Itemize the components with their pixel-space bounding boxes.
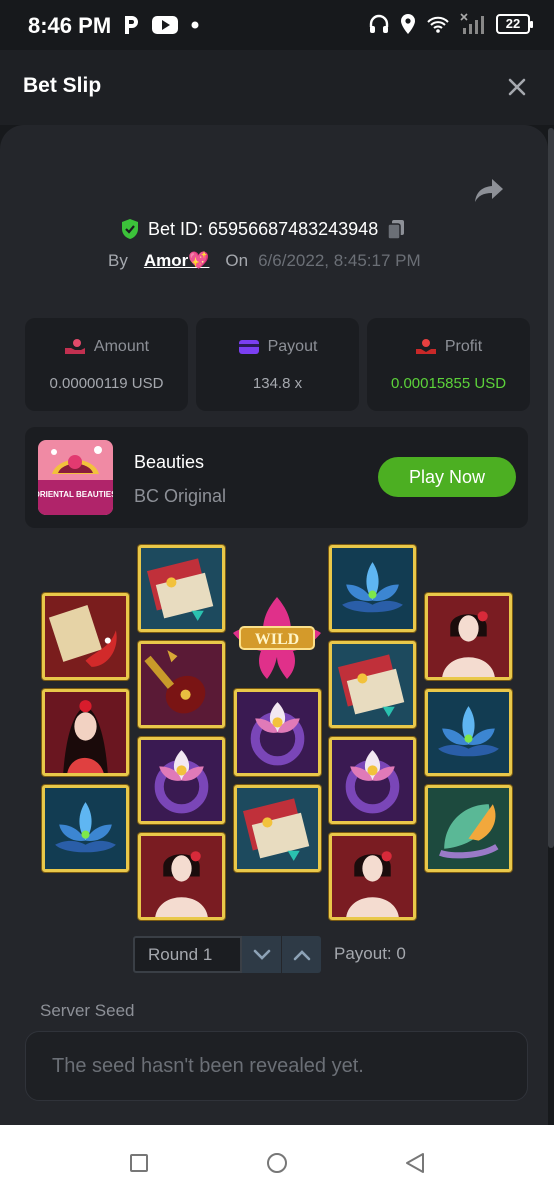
youtube-icon: [152, 16, 178, 34]
recents-icon[interactable]: [129, 1153, 149, 1173]
bet-id-row: Bet ID: 65956687483243948: [120, 218, 406, 240]
symbol-lady-white: [425, 593, 512, 680]
chevron-up-icon: [293, 949, 310, 960]
scrollbar[interactable]: [548, 128, 554, 848]
thumb-title: ORIENTAL BEAUTIES: [38, 490, 113, 499]
round-up-button[interactable]: [282, 936, 321, 973]
bet-slip-header: Bet Slip: [0, 50, 554, 125]
server-seed-field: The seed hasn't been revealed yet.: [25, 1031, 528, 1101]
wallet-card-icon: [238, 340, 259, 354]
symbol-lady-white: [329, 833, 416, 920]
symbol-book: [138, 545, 225, 632]
game-subtitle: BC Original: [134, 486, 227, 506]
stat-label: Profit: [444, 338, 483, 355]
copy-icon[interactable]: [386, 218, 406, 240]
symbol-fan: [425, 785, 512, 872]
symbol-ring-lotus: [329, 737, 416, 824]
round-dropdown[interactable]: Round 1: [133, 936, 242, 973]
symbol-lotus-blue: [42, 785, 129, 872]
notification-dot-icon: [191, 21, 199, 29]
battery-indicator: 22: [496, 14, 533, 34]
bet-detail-panel: Bet ID: 65956687483243948 By Amor💖 On 6/…: [0, 125, 548, 1125]
game-name: Beauties: [134, 452, 205, 472]
round-payout: Payout: 0: [334, 944, 406, 963]
page-title: Bet Slip: [23, 74, 102, 97]
symbol-wild: WILD: [232, 591, 322, 681]
stat-value: 0.00015855 USD: [390, 375, 507, 392]
share-icon[interactable]: [474, 177, 504, 203]
wild-text: WILD: [255, 631, 299, 648]
back-icon[interactable]: [404, 1152, 426, 1174]
stat-profit: Profit 0.00015855 USD: [367, 318, 530, 411]
user-link[interactable]: Amor💖: [144, 251, 210, 271]
symbol-lady-red: [42, 689, 129, 776]
symbol-scroll: [42, 593, 129, 680]
by-label: By: [108, 251, 128, 270]
symbol-lotus-blue: [425, 689, 512, 776]
game-card: ORIENTAL BEAUTIES Beauties BC Original P…: [25, 427, 528, 528]
status-bar: 8:46 PM 22: [0, 0, 554, 50]
stat-amount: Amount 0.00000119 USD: [25, 318, 188, 411]
game-thumbnail[interactable]: ORIENTAL BEAUTIES: [38, 440, 113, 515]
symbol-ring-lotus: [138, 737, 225, 824]
symbol-ring-lotus: [234, 689, 321, 776]
signal-icon: [460, 13, 484, 34]
symbol-pipa: [138, 641, 225, 728]
status-left-icons: [122, 14, 200, 36]
play-now-button[interactable]: Play Now: [378, 457, 516, 497]
close-icon[interactable]: [506, 76, 528, 98]
symbol-book: [234, 785, 321, 872]
on-label: On: [225, 251, 249, 270]
round-selector: Round 1: [133, 936, 321, 973]
parking-app-icon: [125, 16, 138, 34]
symbol-lotus-blue: [329, 545, 416, 632]
coin-hand-icon: [64, 339, 85, 354]
server-seed-label: Server Seed: [40, 1001, 135, 1020]
chevron-down-icon: [253, 949, 270, 960]
bet-id: Bet ID: 65956687483243948: [148, 218, 379, 239]
stat-label: Amount: [93, 338, 150, 355]
home-icon[interactable]: [266, 1152, 288, 1174]
status-time: 8:46 PM: [28, 13, 112, 38]
stat-label: Payout: [267, 338, 318, 355]
round-down-button[interactable]: [242, 936, 281, 973]
android-nav-bar: [0, 1125, 554, 1200]
stat-payout: Payout 134.8 x: [196, 318, 359, 411]
stat-value: 134.8 x: [252, 375, 303, 392]
symbol-lady-white: [138, 833, 225, 920]
wifi-icon: [427, 16, 449, 33]
stat-value: 0.00000119 USD: [49, 375, 164, 392]
headphones-icon: [369, 14, 389, 33]
bet-date: 6/6/2022, 8:45:17 PM: [258, 251, 421, 270]
symbol-book: [329, 641, 416, 728]
bet-stats: Amount 0.00000119 USD Payout 134.8 x Pro…: [25, 318, 530, 411]
status-right-icons: 22: [368, 13, 533, 35]
location-icon: [401, 14, 415, 34]
profit-hand-icon: [415, 339, 436, 354]
bet-owner-row: By Amor💖 On 6/6/2022, 8:45:17 PM: [108, 251, 421, 271]
verified-shield-icon: [122, 219, 138, 239]
